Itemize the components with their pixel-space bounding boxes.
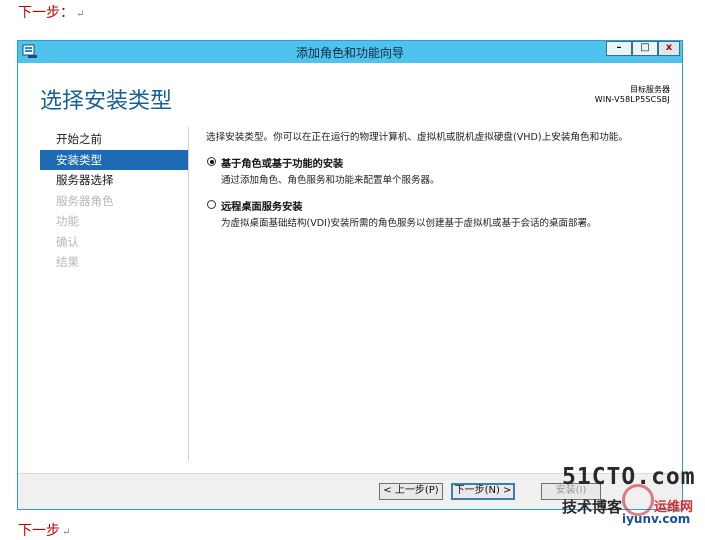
wizard-window: 添加角色和功能向导 – □ x 选择安装类型 目标服务器 WIN-V58LP5S… bbox=[17, 40, 683, 510]
option-title[interactable]: 基于角色或基于功能的安装 bbox=[221, 155, 676, 170]
option-remote-desktop[interactable]: 远程桌面服务安装 为虚拟桌面基础结构(VDI)安装所需的角色服务以创建基于虚拟机… bbox=[206, 198, 676, 229]
close-button[interactable]: x bbox=[658, 41, 680, 56]
previous-button[interactable]: < 上一步(P) bbox=[379, 483, 443, 500]
nav-item-confirmation: 确认 bbox=[56, 234, 79, 249]
option-role-based[interactable]: 基于角色或基于功能的安装 通过添加角色、角色服务和功能来配置单个服务器。 bbox=[206, 155, 676, 186]
intro-text: 选择安装类型。你可以在正在运行的物理计算机、虚拟机或脱机虚拟硬盘(VHD)上安装… bbox=[206, 132, 628, 143]
document-text-bottom: 下一步 ↵ bbox=[18, 520, 70, 540]
wizard-nav: 开始之前 安装类型 服务器选择 服务器角色 功能 确认 结果 bbox=[40, 129, 188, 273]
nav-item-server-selection[interactable]: 服务器选择 bbox=[40, 170, 188, 191]
nav-item-before-you-begin[interactable]: 开始之前 bbox=[40, 129, 188, 150]
radio-remote-desktop[interactable] bbox=[207, 200, 216, 209]
document-text-top: 下一步： ↵ bbox=[18, 2, 84, 22]
doc-bottom-text: 下一步 bbox=[18, 523, 60, 539]
window-controls: – □ x bbox=[606, 41, 680, 57]
paragraph-mark-icon: ↵ bbox=[76, 9, 85, 20]
target-server-name: WIN-V58LP5SCSBJ bbox=[594, 95, 670, 104]
nav-item-installation-type[interactable]: 安装类型 bbox=[40, 149, 188, 170]
nav-item-server-roles: 服务器角色 bbox=[56, 193, 114, 208]
target-server-label: 目标服务器 bbox=[630, 85, 670, 94]
next-button[interactable]: 下一步(N) > bbox=[451, 483, 515, 500]
nav-divider bbox=[188, 127, 189, 461]
option-title[interactable]: 远程桌面服务安装 bbox=[221, 198, 676, 213]
maximize-button[interactable]: □ bbox=[632, 41, 658, 56]
watermark-site: iyunv.com bbox=[622, 512, 691, 526]
paragraph-mark-icon: ↵ bbox=[62, 527, 71, 538]
option-description: 通过添加角色、角色服务和功能来配置单个服务器。 bbox=[221, 175, 440, 186]
option-description: 为虚拟桌面基础结构(VDI)安装所需的角色服务以创建基于虚拟机或基于会话的桌面部… bbox=[221, 218, 597, 229]
radio-role-based[interactable] bbox=[207, 157, 216, 166]
doc-top-text: 下一步： bbox=[18, 5, 74, 21]
nav-item-results: 结果 bbox=[56, 255, 79, 269]
page-title: 选择安装类型 bbox=[40, 89, 173, 114]
minimize-button[interactable]: – bbox=[606, 41, 632, 56]
window-title: 添加角色和功能向导 bbox=[295, 46, 404, 60]
wizard-footer: < 上一步(P) 下一步(N) > 安装(I) bbox=[18, 473, 682, 509]
install-button: 安装(I) bbox=[541, 483, 601, 500]
title-bar[interactable]: 添加角色和功能向导 – □ x bbox=[18, 41, 682, 63]
nav-item-features: 功能 bbox=[56, 214, 79, 228]
main-content: 选择安装类型。你可以在正在运行的物理计算机、虚拟机或脱机虚拟硬盘(VHD)上安装… bbox=[206, 129, 676, 229]
